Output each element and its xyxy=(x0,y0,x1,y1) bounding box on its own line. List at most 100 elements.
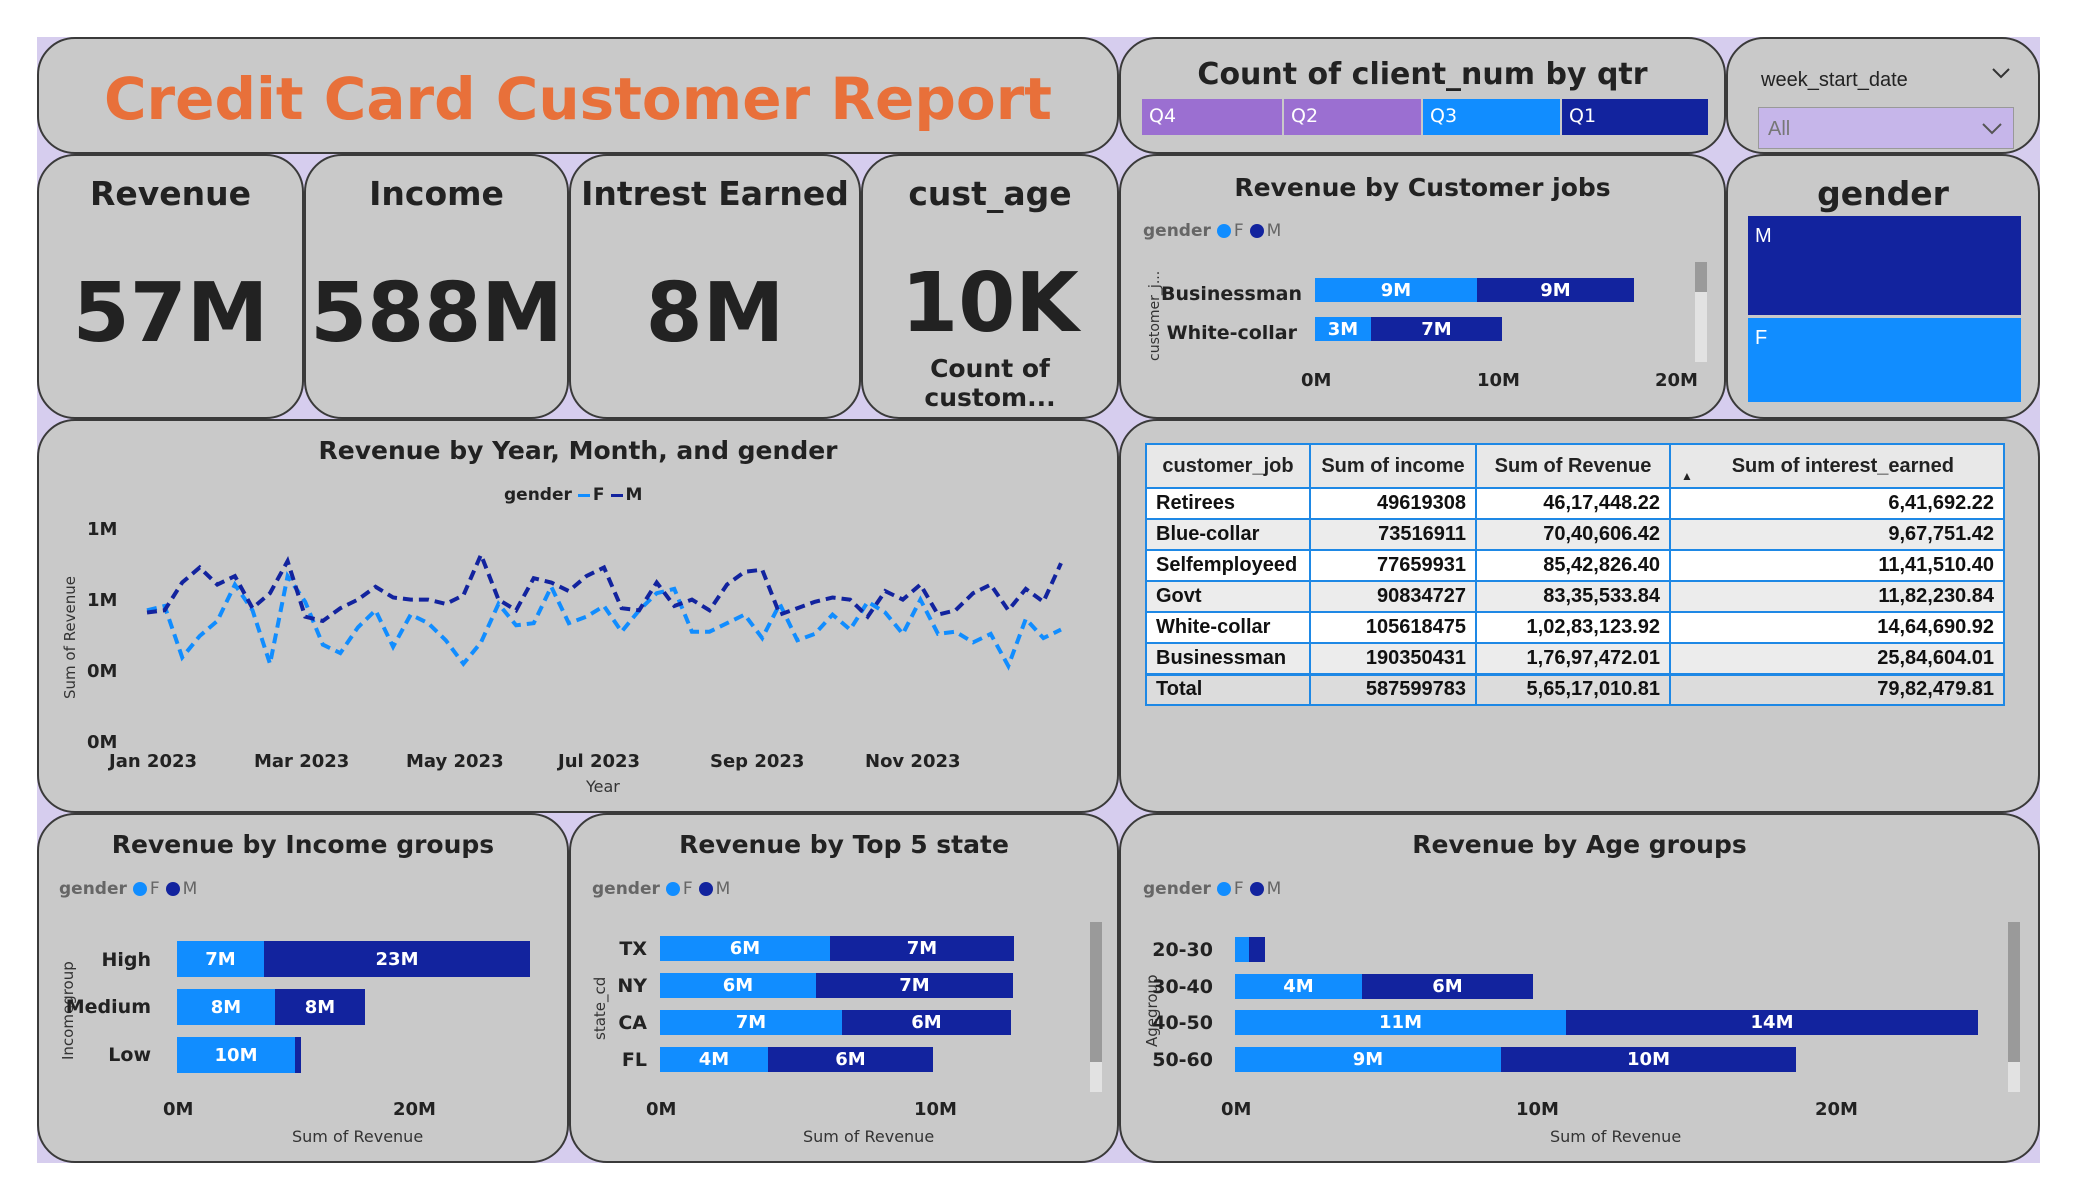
legend-item-f[interactable]: F xyxy=(132,879,160,899)
age-chart-card: Revenue by Age groups gender F M Agegrou… xyxy=(1119,813,2040,1163)
bar-segment-m[interactable] xyxy=(295,1037,301,1073)
table-cell: 90834727 xyxy=(1309,580,1477,613)
kpi-revenue-value: 57M xyxy=(72,266,269,361)
bar-segment-m[interactable] xyxy=(1249,937,1265,962)
table-row[interactable]: Retirees 49619308 46,17,448.22 6,41,692.22 xyxy=(1145,487,2005,520)
bar-segment-f[interactable]: 4M xyxy=(1235,974,1362,999)
category-label: Medium xyxy=(65,996,151,1018)
table-cell: 46,17,448.22 xyxy=(1475,487,1671,520)
bar-segment-m[interactable]: 14M xyxy=(1566,1010,1978,1035)
table-cell: 77659931 xyxy=(1309,549,1477,582)
state-chart-title: Revenue by Top 5 state xyxy=(679,830,1009,859)
qtr-chip-q1[interactable]: Q1 xyxy=(1562,99,1708,135)
bar-segment-m[interactable]: 7M xyxy=(816,973,1013,998)
income-chart-card: Revenue by Income groups gender F M Inco… xyxy=(37,813,569,1163)
legend-item-f[interactable]: F xyxy=(665,879,693,899)
bar-segment-f[interactable]: 8M xyxy=(177,989,275,1025)
table-row[interactable]: White-collar 105618475 1,02,83,123.92 14,64… xyxy=(1145,611,2005,644)
legend-item-f[interactable]: F xyxy=(1216,221,1244,241)
bar-segment-f[interactable]: 7M xyxy=(660,1010,842,1035)
table-cell: 1,76,97,472.01 xyxy=(1475,642,1671,675)
bar-segment-m[interactable]: 9M xyxy=(1477,278,1634,302)
table-cell: 5,65,17,010.81 xyxy=(1475,672,1671,706)
legend-item-m[interactable]: M xyxy=(698,879,730,899)
qtr-chip-q2[interactable]: Q2 xyxy=(1284,99,1421,135)
legend-label-m: M xyxy=(1266,221,1282,241)
table-row[interactable]: Businessman 190350431 1,76,97,472.01 25,84,… xyxy=(1145,642,2005,675)
table-cell: 14,64,690.92 xyxy=(1669,611,2005,644)
x-tick: 20M xyxy=(1815,1099,1858,1120)
x-tick: Jan 2023 xyxy=(109,751,198,772)
bar-segment-m[interactable]: 23M xyxy=(264,941,530,977)
bar-segment-f[interactable]: 9M xyxy=(1235,1047,1501,1072)
bar-segment-f[interactable]: 10M xyxy=(177,1037,295,1073)
title-card: Credit Card Customer Report xyxy=(37,37,1119,154)
table-cell: 587599783 xyxy=(1309,672,1477,706)
x-tick: Sep 2023 xyxy=(710,751,805,772)
bar-segment-m[interactable]: 10M xyxy=(1501,1047,1796,1072)
table-cell: 49619308 xyxy=(1309,487,1477,520)
x-tick: 0M xyxy=(163,1099,194,1120)
legend-label-f: F xyxy=(149,879,160,899)
bar-segment-f[interactable]: 9M xyxy=(1315,278,1477,302)
state-scrollbar[interactable] xyxy=(1090,922,1102,1092)
bar-segment-f[interactable]: 6M xyxy=(660,973,816,998)
table-row[interactable]: Selfemployeed 77659931 85,42,826.40 11,41,5… xyxy=(1145,549,2005,582)
bar-segment-f[interactable]: 3M xyxy=(1315,317,1371,341)
category-label: 50-60 xyxy=(1152,1049,1213,1071)
bar-segment-f[interactable]: 6M xyxy=(660,936,830,961)
qtr-chip-q3[interactable]: Q3 xyxy=(1423,99,1560,135)
date-slicer-label: week_start_date xyxy=(1761,69,1908,91)
report-title: Credit Card Customer Report xyxy=(103,65,1053,133)
bar-segment-m[interactable]: 6M xyxy=(842,1010,1011,1035)
legend-label-f: F xyxy=(682,879,693,899)
bar-segment-f[interactable]: 11M xyxy=(1235,1010,1566,1035)
kpi-interest-card: Intrest Earned 8M xyxy=(569,154,861,419)
bar-segment-m[interactable]: 7M xyxy=(830,936,1014,961)
gender-tile-m[interactable]: M xyxy=(1748,216,2021,315)
legend-label-f: F xyxy=(1233,221,1244,241)
bar-segment-f[interactable]: 4M xyxy=(660,1047,768,1072)
col-header[interactable]: customer_job xyxy=(1145,443,1311,489)
category-label: Low xyxy=(108,1044,151,1066)
table-row[interactable]: Govt 90834727 83,35,533.84 11,82,230.84 xyxy=(1145,580,2005,613)
gender-tile-f[interactable]: F xyxy=(1748,318,2021,402)
bar-segment-m[interactable]: 7M xyxy=(1371,317,1502,341)
kpi-age-value: 10K xyxy=(901,256,1079,351)
bar-segment-m[interactable]: 8M xyxy=(275,989,365,1025)
table-cell: 9,67,751.42 xyxy=(1669,518,2005,551)
table-cell: 11,82,230.84 xyxy=(1669,580,2005,613)
legend-item-m[interactable]: M xyxy=(1249,221,1282,241)
jobs-scrollbar[interactable] xyxy=(1695,262,1707,362)
col-header[interactable]: Sum of Revenue xyxy=(1475,443,1671,489)
category-label: 20-30 xyxy=(1152,939,1213,961)
col-header[interactable]: Sum of income xyxy=(1309,443,1477,489)
bar-segment-m[interactable]: 6M xyxy=(1362,974,1533,999)
legend-item-m[interactable]: M xyxy=(1249,879,1281,899)
date-slicer-value: All xyxy=(1768,118,1791,140)
bar-segment-f[interactable]: 7M xyxy=(177,941,264,977)
state-chart-card: Revenue by Top 5 state gender F M state_… xyxy=(569,813,1119,1163)
chevron-down-icon[interactable] xyxy=(1991,65,2011,81)
table-cell: Retirees xyxy=(1145,487,1311,520)
category-label: White-collar xyxy=(1166,322,1297,344)
date-slicer-dropdown[interactable]: All xyxy=(1758,107,2014,149)
legend-item-f[interactable]: F xyxy=(1216,879,1244,899)
table-row[interactable]: Blue-collar 73516911 70,40,606.42 9,67,751.… xyxy=(1145,518,2005,551)
customer-job-table[interactable]: customer_job Sum of income Sum of Revenu… xyxy=(1145,443,2005,706)
legend-item-m[interactable]: M xyxy=(165,879,197,899)
age-scrollbar[interactable] xyxy=(2008,922,2020,1092)
table-cell: Govt xyxy=(1145,580,1311,613)
col-header-sorted[interactable]: ▲ Sum of interest_earned xyxy=(1669,443,2005,489)
table-cell: Businessman xyxy=(1145,642,1311,675)
line-x-axis-title: Year xyxy=(586,777,620,796)
x-tick: 20M xyxy=(1655,370,1698,391)
legend-label-f: F xyxy=(1233,879,1244,899)
table-cell: 25,84,604.01 xyxy=(1669,642,2005,675)
table-cell: Total xyxy=(1145,672,1311,706)
x-tick: 0M xyxy=(646,1099,677,1120)
bar-segment-m[interactable]: 6M xyxy=(768,1047,933,1072)
table-cell: 1,02,83,123.92 xyxy=(1475,611,1671,644)
bar-segment-f[interactable] xyxy=(1235,937,1249,962)
qtr-chip-q4[interactable]: Q4 xyxy=(1142,99,1282,135)
